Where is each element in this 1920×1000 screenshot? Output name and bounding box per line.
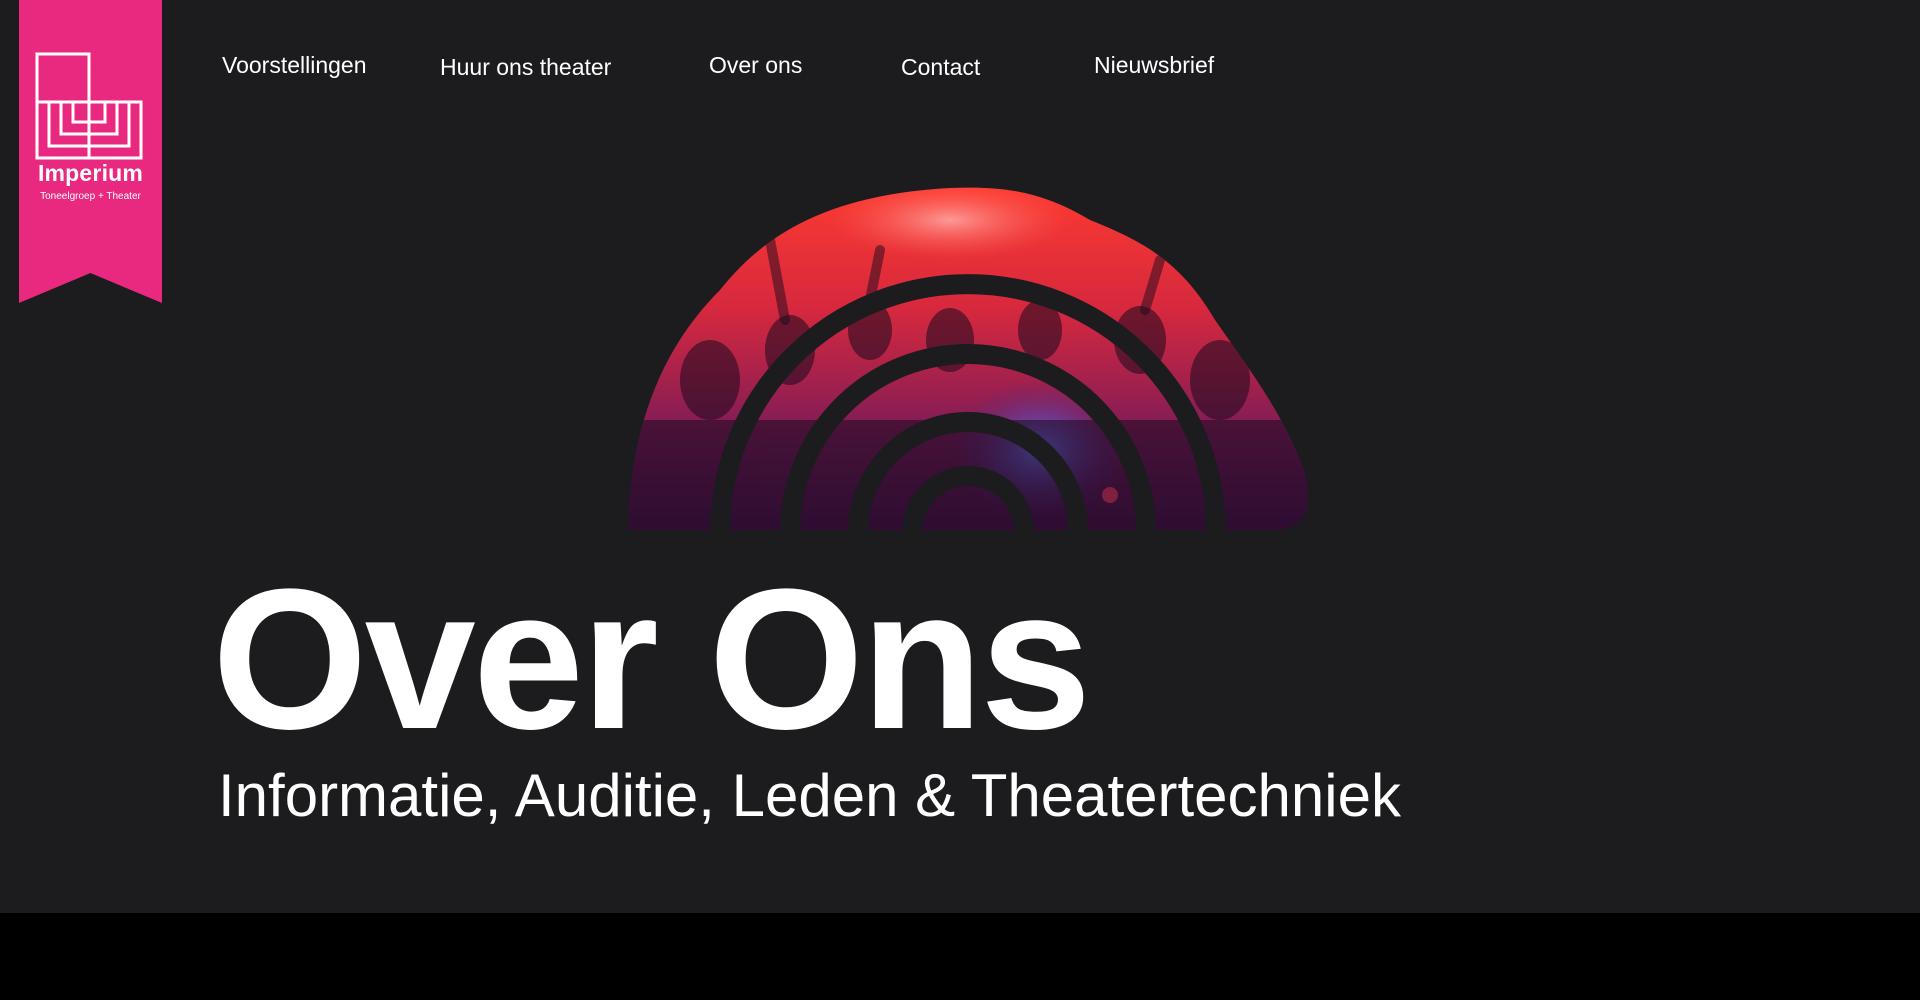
brand-name: Imperium bbox=[37, 160, 144, 186]
page: Imperium Toneelgroep + Theater Voorstell… bbox=[0, 0, 1920, 1000]
nav-item-nieuwsbrief[interactable]: Nieuwsbrief bbox=[1094, 52, 1214, 79]
page-title: Over Ons bbox=[212, 548, 1091, 771]
hero-section: Imperium Toneelgroep + Theater Voorstell… bbox=[0, 0, 1920, 913]
logo-link[interactable]: Imperium Toneelgroep + Theater bbox=[19, 0, 162, 303]
nav-item-contact[interactable]: Contact bbox=[901, 54, 980, 81]
brand-tagline: Toneelgroep + Theater bbox=[40, 191, 141, 202]
bottom-band bbox=[0, 913, 1920, 1000]
nav-item-over-ons[interactable]: Over ons bbox=[709, 52, 802, 79]
main-nav: Voorstellingen Huur ons theater Over ons… bbox=[0, 50, 1400, 90]
concert-crowd-arch-image bbox=[628, 187, 1309, 542]
nav-item-voorstellingen[interactable]: Voorstellingen bbox=[222, 52, 367, 79]
nav-item-huur-ons-theater[interactable]: Huur ons theater bbox=[440, 54, 611, 81]
page-subtitle: Informatie, Auditie, Leden & Theatertech… bbox=[218, 762, 1401, 829]
